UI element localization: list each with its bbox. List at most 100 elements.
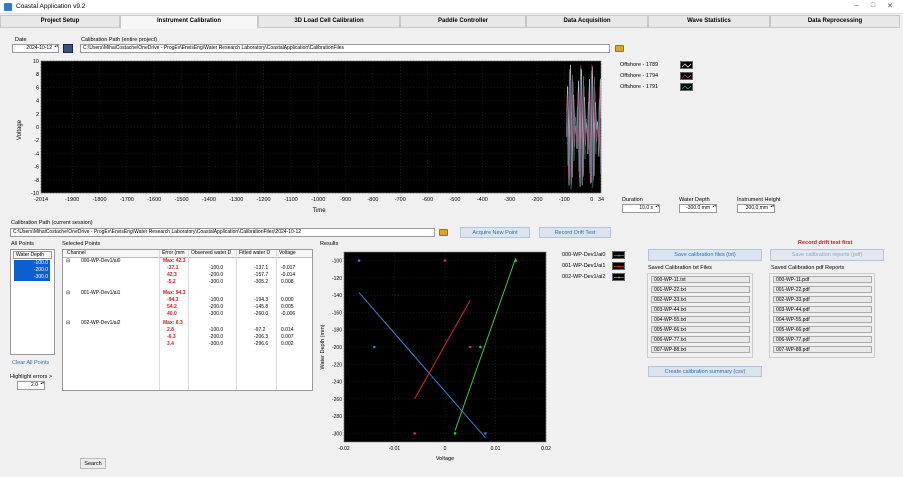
tab-wave-statistics[interactable]: Wave Statistics — [648, 15, 770, 28]
all-points-list[interactable]: Water Depth -100.0 -200.0 -300.0 — [10, 249, 55, 355]
list-item[interactable]: 004-WP-55.txt — [651, 316, 750, 323]
x-tick-label: 0 — [590, 197, 593, 203]
error-value: 40.0 — [167, 311, 177, 317]
data-point — [413, 432, 416, 435]
legend-swatch-ai2[interactable] — [612, 273, 625, 281]
txt-files-list[interactable]: 000-WP-11.txt 001-WP-22.txt 002-WP-33.tx… — [647, 273, 753, 358]
save-calibration-pdf-button[interactable]: Save calibration reports (pdf) — [770, 249, 884, 261]
x-tick-label: -0.01 — [389, 446, 401, 452]
title-bar: Coastal Application v9.2 – □ ✕ — [0, 0, 903, 14]
y-tick-label: -260 — [332, 397, 342, 403]
water-depth-label: Water Depth — [679, 197, 710, 203]
x-tick-label: -800 — [367, 197, 378, 203]
clear-all-points-button[interactable]: Clear All Points — [12, 360, 49, 366]
list-item[interactable]: -200.0 — [14, 267, 50, 274]
voltage-value: 0.000 — [281, 297, 294, 303]
legend-swatch-1789[interactable] — [680, 61, 693, 69]
record-drift-test-button[interactable]: Record Drift Test — [539, 227, 611, 238]
fitted-value: -260.0 — [254, 311, 269, 317]
inst-height-field[interactable]: 300.0 mm — [737, 204, 775, 213]
x-tick-label: -100 — [559, 197, 570, 203]
fitted-value: -137.1 — [254, 265, 269, 271]
legend-swatch-ai1[interactable] — [612, 262, 625, 270]
list-item[interactable]: 006-WP-77.pdf — [773, 336, 872, 343]
legend-swatch-1791[interactable] — [680, 83, 693, 91]
legend-swatch-1794[interactable] — [680, 72, 693, 80]
session-folder-icon[interactable] — [439, 229, 448, 236]
observed-value: -300.0 — [209, 279, 224, 285]
x-tick-label: -200 — [532, 197, 543, 203]
channel-name: 000-WP-Dev1/ai0 — [81, 258, 121, 264]
observed-value: -100.0 — [209, 327, 224, 333]
error-value: -6.3 — [167, 334, 176, 340]
list-item[interactable]: -100.0 — [14, 260, 50, 267]
save-calibration-txt-button[interactable]: Save calibration files (txt) — [648, 249, 762, 261]
list-item[interactable]: 007-WP-88.txt — [651, 346, 750, 353]
selected-points-table[interactable]: Channel Error (mm Observed water D Fitte… — [62, 249, 313, 391]
max-error: Max: 6.3 — [163, 320, 183, 326]
legend-swatch-ai0[interactable] — [612, 251, 625, 259]
y-tick-label: -240 — [332, 380, 342, 386]
list-item[interactable]: 000-WP-11.txt — [651, 276, 750, 283]
x-tick-label: -1300 — [229, 197, 243, 203]
legend-ai0: 000-WP-Dev1/ai0 — [562, 252, 606, 258]
folder-icon[interactable] — [615, 45, 624, 52]
error-value: 3.4 — [167, 341, 174, 347]
list-item[interactable]: 004-WP-55.pdf — [773, 316, 872, 323]
tab-data-reprocessing[interactable]: Data Reprocessing — [770, 15, 900, 28]
x-tick-label: 0 — [444, 446, 447, 452]
legend-ai1: 001-WP-Dev1/ai1 — [562, 263, 606, 269]
pdf-files-list[interactable]: 000-WP-11.pdf 001-WP-22.pdf 002-WP-33.pd… — [769, 273, 875, 358]
cal-path-field[interactable]: C:\Users\MihaiCostache\OneDrive - ProgEv… — [80, 44, 610, 53]
tab-paddle-controller[interactable]: Paddle Controller — [400, 15, 526, 28]
list-item[interactable]: 003-WP-44.txt — [651, 306, 750, 313]
all-points-header: Water Depth — [13, 251, 52, 259]
list-item[interactable]: 005-WP-66.txt — [651, 326, 750, 333]
expand-icon[interactable]: ⊟ — [66, 290, 70, 297]
col-channel: Channel — [67, 250, 86, 256]
water-depth-field[interactable]: -300.0 mm — [679, 204, 717, 213]
tab-data-acquisition[interactable]: Data Acquisition — [526, 15, 648, 28]
x-tick-label: -1400 — [202, 197, 216, 203]
list-item[interactable]: 005-WP-66.pdf — [773, 326, 872, 333]
acquire-new-point-button[interactable]: Acquire New Point — [460, 227, 530, 238]
list-item[interactable]: 001-WP-22.pdf — [773, 286, 872, 293]
observed-value: -300.0 — [209, 341, 224, 347]
observed-value: -100.0 — [209, 265, 224, 271]
x-tick-label: -500 — [449, 197, 460, 203]
data-point — [514, 259, 517, 262]
tab-instrument-calibration[interactable]: Instrument Calibration — [120, 15, 258, 29]
session-path-field[interactable]: C:\Users\MihaiCostache\OneDrive - ProgEv… — [10, 228, 435, 237]
tab-3d-load-cell-calibration[interactable]: 3D Load Cell Calibration — [258, 15, 400, 28]
max-error: Max: 42.3 — [163, 258, 186, 264]
error-value: -94.3 — [167, 297, 179, 303]
highlight-errors-field[interactable]: 2.0 — [17, 381, 45, 390]
close-icon[interactable]: ✕ — [883, 2, 897, 10]
list-item[interactable]: 000-WP-11.pdf — [773, 276, 872, 283]
list-item[interactable]: -300.0 — [14, 274, 50, 281]
list-item[interactable]: 002-WP-33.pdf — [773, 296, 872, 303]
inst-height-label: Instrument Height — [737, 197, 781, 203]
results-ylabel: Water Depth (mm) — [320, 324, 326, 369]
list-item[interactable]: 002-WP-33.txt — [651, 296, 750, 303]
list-item[interactable]: 006-WP-77.txt — [651, 336, 750, 343]
tab-project-setup[interactable]: Project Setup — [0, 15, 120, 28]
expand-icon[interactable]: ⊟ — [66, 258, 70, 265]
max-error: Max: 94.3 — [163, 290, 186, 296]
date-field[interactable]: 2024-10-12 — [12, 44, 59, 53]
list-item[interactable]: 001-WP-22.txt — [651, 286, 750, 293]
list-item[interactable]: 003-WP-44.pdf — [773, 306, 872, 313]
fitted-value: -296.6 — [254, 341, 269, 347]
duration-field[interactable]: 10.0 s — [622, 204, 660, 213]
x-tick-label: -900 — [340, 197, 351, 203]
calendar-icon[interactable] — [63, 44, 73, 53]
list-item[interactable]: 007-WP-88.pdf — [773, 346, 872, 353]
expand-icon[interactable]: ⊟ — [66, 320, 70, 327]
search-button[interactable]: Search — [80, 458, 106, 469]
maximize-icon[interactable]: □ — [866, 2, 880, 9]
voltage-value: 0.014 — [281, 327, 294, 333]
x-tick-label: 34 — [598, 197, 604, 203]
minimize-icon[interactable]: – — [850, 2, 864, 9]
create-summary-button[interactable]: Create calibration summary (csv) — [648, 366, 762, 377]
pdf-files-label: Saved Calibration pdf Reports — [771, 265, 845, 271]
